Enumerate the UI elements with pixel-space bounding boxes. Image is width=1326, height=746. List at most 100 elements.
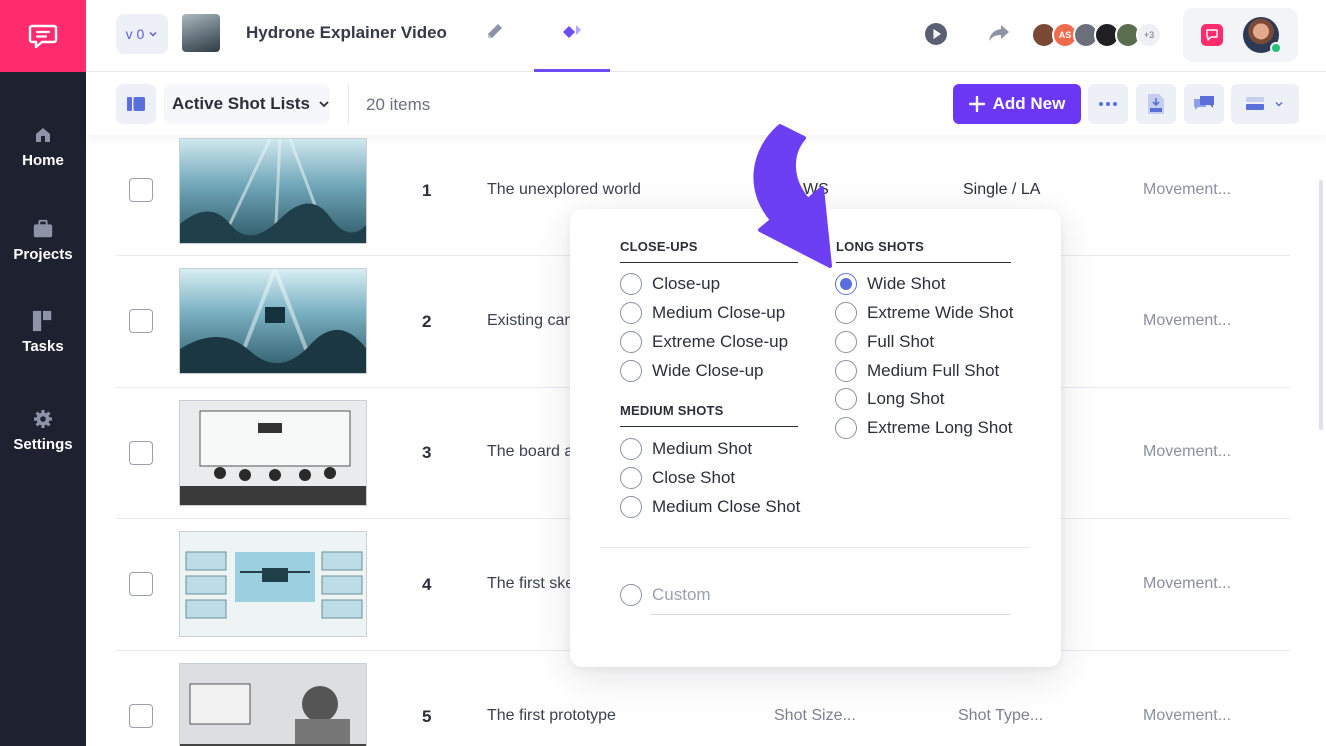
option-wide-shot[interactable]: Wide Shot xyxy=(835,273,945,295)
storyboard-thumbnail[interactable] xyxy=(179,663,367,746)
option-label: Full Shot xyxy=(867,332,935,351)
radio-button[interactable] xyxy=(620,496,642,518)
option-full-shot[interactable]: Full Shot xyxy=(835,331,934,353)
radio-button-selected[interactable] xyxy=(835,273,857,295)
chevron-down-icon xyxy=(149,31,157,37)
movement-cell[interactable]: Movement... xyxy=(1143,575,1231,593)
radio-button[interactable] xyxy=(835,388,857,410)
row-checkbox[interactable] xyxy=(129,704,153,728)
radio-button[interactable] xyxy=(620,467,642,489)
storyboard-thumbnail[interactable] xyxy=(179,138,367,244)
movement-cell[interactable]: Movement... xyxy=(1143,181,1231,199)
option-label: Extreme Long Shot xyxy=(867,418,1013,437)
option-close-shot[interactable]: Close Shot xyxy=(620,467,735,489)
sidebar-item-settings[interactable]: Settings xyxy=(0,408,86,453)
pencil-icon[interactable] xyxy=(484,20,508,44)
share-icon[interactable] xyxy=(986,20,1012,46)
shot-description[interactable]: The board a xyxy=(487,443,573,461)
sidebar-toggle-button[interactable] xyxy=(116,84,156,124)
row-checkbox[interactable] xyxy=(129,178,153,202)
shot-size-dropdown: CLOSE-UPS Close-up Medium Close-up Extre… xyxy=(570,209,1061,667)
sidebar-item-tasks[interactable]: Tasks xyxy=(0,310,86,355)
sidebar-item-label: Projects xyxy=(13,246,73,263)
collaborator-avatars[interactable]: AS +3 xyxy=(1031,22,1162,48)
custom-input[interactable]: Custom xyxy=(652,585,711,605)
more-options-button[interactable] xyxy=(1088,84,1128,124)
pdf-file-icon xyxy=(1148,94,1164,114)
shot-type-cell[interactable]: Shot Type... xyxy=(958,707,1043,725)
option-extreme-wide-shot[interactable]: Extreme Wide Shot xyxy=(835,302,1013,324)
shot-description[interactable]: The unexplored world xyxy=(487,181,641,199)
option-long-shot[interactable]: Long Shot xyxy=(835,388,945,410)
option-label: Long Shot xyxy=(867,389,945,408)
shot-number: 3 xyxy=(422,443,432,462)
more-dots-icon xyxy=(1099,102,1117,106)
shot-description[interactable]: The first prototype xyxy=(487,707,616,725)
user-menu[interactable] xyxy=(1183,8,1298,62)
radio-button[interactable] xyxy=(620,302,642,324)
online-status-dot xyxy=(1270,42,1282,54)
shot-number: 5 xyxy=(422,707,432,726)
vertical-scrollbar[interactable] xyxy=(1319,180,1323,430)
layout-icon xyxy=(1246,97,1264,110)
radio-button[interactable] xyxy=(620,584,642,606)
radio-button[interactable] xyxy=(835,331,857,353)
add-new-label: Add New xyxy=(992,94,1066,113)
option-medium-shot[interactable]: Medium Shot xyxy=(620,438,752,460)
long-shots-group-title: LONG SHOTS xyxy=(836,239,1011,263)
option-medium-full-shot[interactable]: Medium Full Shot xyxy=(835,360,999,382)
option-custom[interactable]: Custom xyxy=(620,584,711,606)
briefcase-icon xyxy=(32,218,54,240)
add-new-button[interactable]: Add New xyxy=(953,84,1081,124)
gear-icon xyxy=(32,408,54,430)
radio-button[interactable] xyxy=(835,360,857,382)
movement-cell[interactable]: Movement... xyxy=(1143,443,1231,461)
chat-icon[interactable] xyxy=(1201,24,1223,46)
option-label: Medium Full Shot xyxy=(867,361,1000,380)
layout-toggle-button[interactable] xyxy=(1231,84,1299,124)
movement-cell[interactable]: Movement... xyxy=(1143,312,1231,330)
comments-icon xyxy=(1194,96,1214,110)
sidebar-item-projects[interactable]: Projects xyxy=(0,218,86,263)
option-extreme-long-shot[interactable]: Extreme Long Shot xyxy=(835,417,1013,439)
radio-button[interactable] xyxy=(835,417,857,439)
shot-size-cell[interactable]: Shot Size... xyxy=(774,707,856,725)
row-checkbox[interactable] xyxy=(129,441,153,465)
sidebar-item-label: Settings xyxy=(13,436,73,453)
export-pdf-button[interactable] xyxy=(1136,84,1176,124)
play-icon[interactable] xyxy=(924,22,948,46)
storyboard-thumbnail[interactable] xyxy=(179,531,367,637)
shot-description[interactable]: Existing cam xyxy=(487,312,578,330)
shot-type-cell[interactable]: Single / LA xyxy=(963,181,1040,199)
comments-button[interactable] xyxy=(1184,84,1224,124)
option-medium-close-up[interactable]: Medium Close-up xyxy=(620,302,785,324)
option-label: Close Shot xyxy=(652,468,736,487)
shot-list-selector[interactable]: Active Shot Lists xyxy=(164,84,330,124)
option-close-up[interactable]: Close-up xyxy=(620,273,720,295)
radio-button[interactable] xyxy=(620,331,642,353)
app-logo[interactable] xyxy=(0,0,86,72)
radio-button[interactable] xyxy=(620,273,642,295)
shot-description[interactable]: The first ske xyxy=(487,575,574,593)
row-checkbox[interactable] xyxy=(129,309,153,333)
row-checkbox[interactable] xyxy=(129,572,153,596)
radio-button[interactable] xyxy=(620,360,642,382)
medium-shots-group-title: MEDIUM SHOTS xyxy=(620,403,798,427)
top-bar: v 0 Hydrone Explainer Video AS +3 xyxy=(86,0,1326,72)
storyboard-thumbnail[interactable] xyxy=(179,400,367,506)
project-title[interactable]: Hydrone Explainer Video xyxy=(246,23,447,43)
active-tab-indicator xyxy=(534,69,610,72)
version-selector[interactable]: v 0 xyxy=(116,14,168,54)
movement-cell[interactable]: Movement... xyxy=(1143,707,1231,725)
sidebar-item-home[interactable]: Home xyxy=(0,124,86,169)
option-wide-close-up[interactable]: Wide Close-up xyxy=(620,360,764,382)
option-medium-close-shot[interactable]: Medium Close Shot xyxy=(620,496,800,518)
underwater-sketch-image xyxy=(180,139,366,243)
storyboard-thumbnail[interactable] xyxy=(179,268,367,374)
chevron-down-icon xyxy=(1275,101,1283,107)
radio-button[interactable] xyxy=(835,302,857,324)
option-extreme-close-up[interactable]: Extreme Close-up xyxy=(620,331,788,353)
radio-button[interactable] xyxy=(620,438,642,460)
project-thumbnail[interactable] xyxy=(182,14,220,52)
shot-list-icon[interactable] xyxy=(560,20,584,44)
